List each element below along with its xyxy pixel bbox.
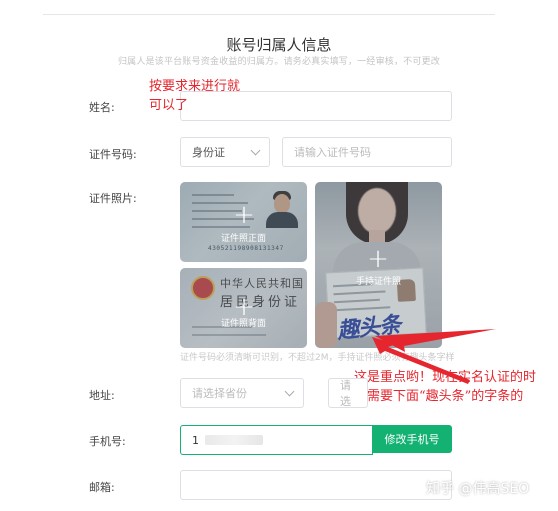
page-title: 账号归属人信息 — [226, 36, 332, 54]
city-select[interactable]: 请选 — [328, 378, 368, 408]
id-type-value: 身份证 — [192, 146, 225, 159]
email-input[interactable] — [180, 470, 452, 500]
province-select[interactable]: 请选择省份 — [180, 378, 304, 408]
top-divider — [43, 14, 495, 15]
change-phone-button[interactable]: 修改手机号 — [372, 425, 452, 453]
plus-icon: + — [367, 244, 389, 274]
phone-label: 手机号: — [89, 435, 126, 448]
chevron-down-icon — [284, 386, 295, 397]
upload-front-caption: 证件照正面 — [220, 234, 266, 244]
upload-id-front[interactable]: 430521198908131347 + 证件照正面 — [180, 182, 307, 262]
province-placeholder: 请选择省份 — [192, 387, 247, 400]
upload-hold-caption: 手持证件照 — [355, 277, 401, 287]
upload-back-caption: 证件照背面 — [220, 319, 266, 329]
upload-id-back[interactable]: 中华人民共和国 居民身份证 + 证件照背面 — [180, 268, 307, 348]
page-subtitle: 归属人是该平台账号资金收益的归属方。请务必真实填写，一经审核，不可更改 — [117, 57, 440, 67]
email-label: 邮箱: — [89, 481, 115, 494]
upload-id-in-hand[interactable]: 趣头条 + 手持证件照 — [315, 182, 442, 348]
plus-icon: + — [233, 200, 255, 230]
id-type-select[interactable]: 身份证 — [180, 137, 270, 167]
id-number-label: 证件号码: — [89, 148, 137, 161]
id-number-placeholder: 请输入证件号码 — [294, 146, 371, 159]
photo-hint: 证件号码必须清晰可识别，不超过2M，手持证件照必须有趣头条字样 — [180, 353, 455, 363]
name-label: 姓名: — [89, 101, 115, 114]
zhihu-watermark: 知乎 @伟高SEO — [426, 481, 530, 497]
chevron-down-icon — [250, 145, 261, 156]
address-label: 地址: — [89, 389, 115, 402]
id-photo-label: 证件照片: — [89, 192, 137, 205]
phone-value: 1 — [192, 433, 199, 447]
phone-input[interactable]: 1 — [180, 425, 373, 455]
id-number-input[interactable]: 请输入证件号码 — [282, 137, 452, 167]
annotation-note-2: 这是重点哟！现在实名认证的时 候需要下面“趣头条”的字条的 — [354, 370, 537, 404]
annotation-note-1: 按要求来进行就 可以了 — [149, 79, 241, 113]
city-placeholder: 请选 — [340, 379, 351, 408]
masked-phone-digits — [205, 435, 263, 445]
